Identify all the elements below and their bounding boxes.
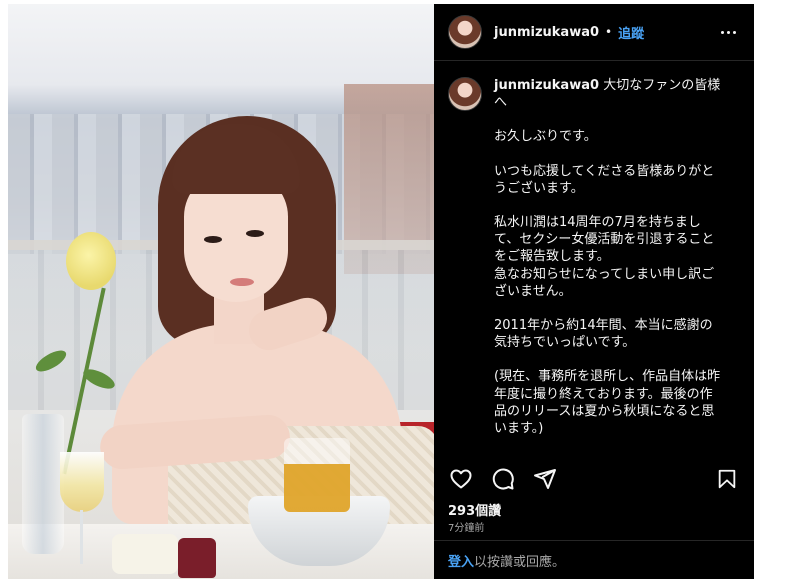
comment-icon[interactable] — [490, 466, 516, 492]
more-horizontal-icon[interactable] — [716, 20, 740, 44]
woman-eye-left — [204, 236, 222, 243]
wine-glass-stem — [80, 510, 83, 564]
caption-body: junmizukawa0 大切なファンの皆様へ お久しぶりです。 いつも応援して… — [494, 77, 724, 436]
separator-dot: • — [605, 25, 613, 39]
woman-eye-right — [246, 230, 264, 237]
caption-paragraph: お久しぶりです。 — [494, 129, 597, 145]
caption-avatar[interactable] — [448, 77, 482, 111]
wine-glass — [60, 452, 104, 512]
login-prompt: 登入 以按讚或回應。 — [434, 540, 754, 579]
caption-paragraph: (現在、事務所を退所し、作品自体は昨年度に撮り終えております。最後の作品のリリー… — [494, 369, 721, 437]
caption-paragraph: 2011年から約14年間、本当に感謝の気持ちでいっぱいです。 — [494, 318, 713, 351]
post-photo[interactable] — [8, 4, 434, 579]
post-frame: junmizukawa0 • 追蹤 junmizukawa0 大切なファンの皆様… — [8, 4, 754, 579]
caption-username[interactable]: junmizukawa0 — [494, 78, 599, 93]
likes-count[interactable]: 293個讚 — [448, 500, 501, 519]
post-header: junmizukawa0 • 追蹤 — [434, 4, 754, 61]
post-timestamp[interactable]: 7分鐘前 — [448, 519, 484, 534]
tea-glass — [284, 438, 350, 512]
post-caption: junmizukawa0 大切なファンの皆様へ お久しぶりです。 いつも応援して… — [434, 61, 754, 436]
login-prompt-text: 以按讚或回應。 — [474, 554, 566, 570]
glass-vase — [22, 414, 64, 554]
action-bar — [434, 459, 754, 499]
caption-paragraph: いつも応援してくださる皆様ありがとうございます。 — [494, 163, 715, 196]
heart-icon[interactable] — [448, 466, 474, 492]
yellow-rose — [66, 232, 116, 290]
bookmark-icon[interactable] — [714, 466, 740, 492]
avatar[interactable] — [448, 15, 482, 49]
send-icon[interactable] — [532, 466, 558, 492]
woman-lips — [230, 278, 254, 286]
butter-dish — [112, 534, 178, 574]
jam-jar — [178, 538, 216, 578]
caption-line-1: junmizukawa0 大切なファンの皆様へ — [494, 77, 724, 111]
follow-button[interactable]: 追蹤 — [618, 23, 644, 42]
login-link[interactable]: 登入 — [448, 551, 474, 570]
post-side-panel: junmizukawa0 • 追蹤 junmizukawa0 大切なファンの皆様… — [434, 4, 754, 579]
caption-paragraph: 私水川潤は14周年の7月を持ちまして、セクシー女優活動を引退することをご報告致し… — [494, 215, 715, 299]
header-username[interactable]: junmizukawa0 — [494, 25, 599, 40]
